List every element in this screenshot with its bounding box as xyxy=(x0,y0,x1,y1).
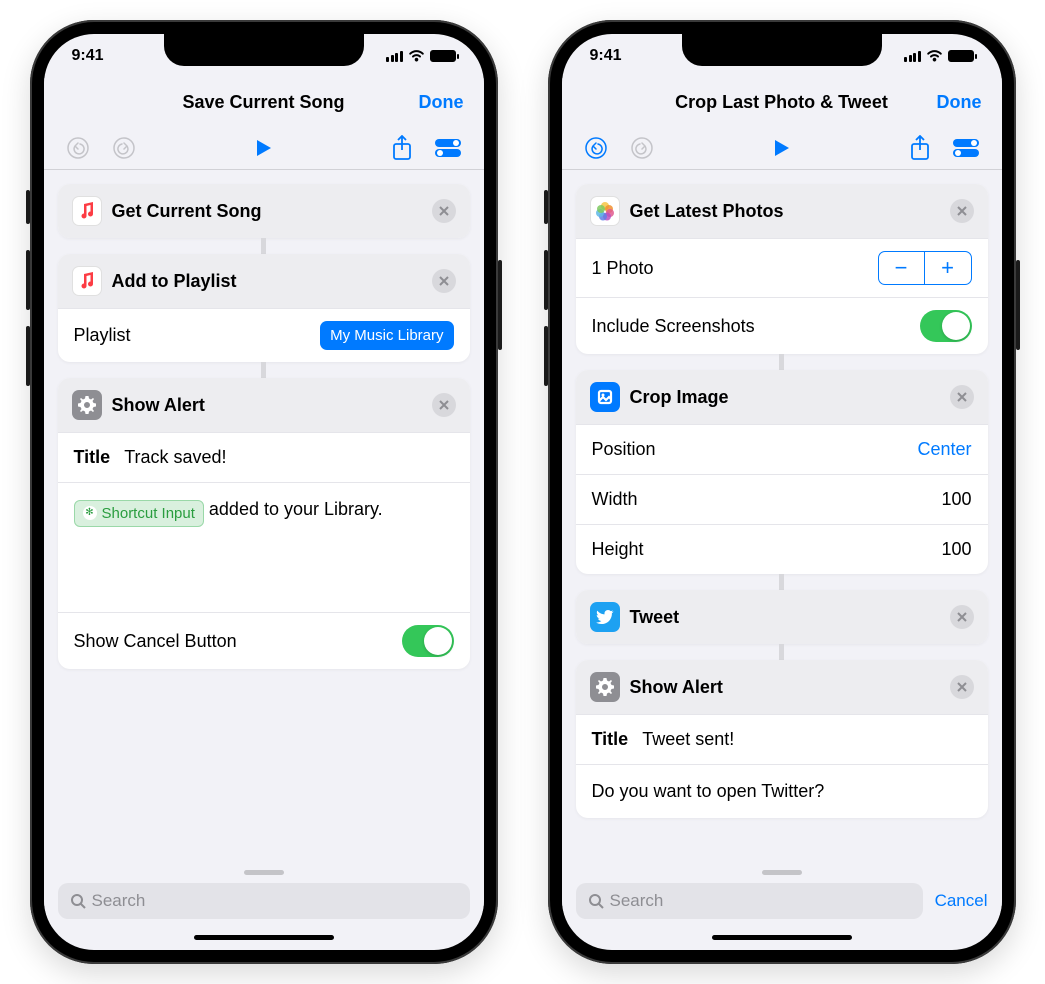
action-get-current-song[interactable]: Get Current Song xyxy=(58,184,470,238)
show-cancel-toggle[interactable] xyxy=(402,625,454,657)
status-time: 9:41 xyxy=(590,47,622,65)
delete-action-button[interactable] xyxy=(950,199,974,223)
alert-title-label: Title xyxy=(74,447,111,468)
actions-canvas: Get Latest Photos 1 Photo − + Include Sc… xyxy=(562,170,1002,864)
phone-right: 9:41 Crop Last Photo & Tweet Done xyxy=(548,20,1016,964)
alert-title-field[interactable]: Track saved! xyxy=(124,447,226,468)
done-button[interactable]: Done xyxy=(937,92,982,113)
home-indicator[interactable] xyxy=(712,935,852,940)
share-button[interactable] xyxy=(392,135,412,161)
delete-action-button[interactable] xyxy=(950,675,974,699)
notch xyxy=(164,34,364,66)
delete-action-button[interactable] xyxy=(432,269,456,293)
notch xyxy=(682,34,882,66)
action-title: Get Current Song xyxy=(112,201,422,222)
cancel-button[interactable]: Cancel xyxy=(935,891,988,911)
photo-count-label: 1 Photo xyxy=(592,258,654,279)
position-value[interactable]: Center xyxy=(917,439,971,460)
settings-toggle-button[interactable] xyxy=(952,138,980,158)
phone-left: 9:41 Save Current Song Done xyxy=(30,20,498,964)
action-title: Add to Playlist xyxy=(112,271,422,292)
redo-button[interactable] xyxy=(112,136,136,160)
actions-canvas: Get Current Song Add to Playlist xyxy=(44,170,484,864)
delete-action-button[interactable] xyxy=(950,385,974,409)
wifi-icon xyxy=(408,50,425,62)
undo-button[interactable] xyxy=(584,136,608,160)
alert-body-field[interactable]: Do you want to open Twitter? xyxy=(576,764,988,818)
redo-button[interactable] xyxy=(630,136,654,160)
include-screenshots-toggle[interactable] xyxy=(920,310,972,342)
page-title: Crop Last Photo & Tweet xyxy=(675,92,888,113)
music-icon xyxy=(72,266,102,296)
action-title: Tweet xyxy=(630,607,940,628)
status-time: 9:41 xyxy=(72,47,104,65)
action-title: Get Latest Photos xyxy=(630,201,940,222)
delete-action-button[interactable] xyxy=(432,393,456,417)
photos-icon xyxy=(590,196,620,226)
width-value[interactable]: 100 xyxy=(941,489,971,510)
play-button[interactable] xyxy=(773,138,791,158)
twitter-icon xyxy=(590,602,620,632)
action-crop-image[interactable]: Crop Image Position Center Width 100 Hei… xyxy=(576,370,988,574)
stepper-minus[interactable]: − xyxy=(879,252,925,284)
alert-body-field[interactable]: ✻ Shortcut Input added to your Library. xyxy=(58,482,470,612)
playlist-label: Playlist xyxy=(74,325,131,346)
action-add-to-playlist[interactable]: Add to Playlist Playlist My Music Librar… xyxy=(58,254,470,362)
bottom-sheet: Search xyxy=(44,864,484,950)
page-title: Save Current Song xyxy=(182,92,344,113)
width-label: Width xyxy=(592,489,638,510)
action-tweet[interactable]: Tweet xyxy=(576,590,988,644)
done-button[interactable]: Done xyxy=(419,92,464,113)
home-indicator[interactable] xyxy=(194,935,334,940)
alert-title-field[interactable]: Tweet sent! xyxy=(642,729,734,750)
bottom-sheet: Search Cancel xyxy=(562,864,1002,950)
nav-header: Crop Last Photo & Tweet Done xyxy=(562,78,1002,126)
share-button[interactable] xyxy=(910,135,930,161)
gear-icon xyxy=(590,672,620,702)
action-title: Show Alert xyxy=(630,677,940,698)
alert-title-label: Title xyxy=(592,729,629,750)
position-label: Position xyxy=(592,439,656,460)
include-screenshots-label: Include Screenshots xyxy=(592,316,755,337)
delete-action-button[interactable] xyxy=(432,199,456,223)
gear-icon xyxy=(72,390,102,420)
delete-action-button[interactable] xyxy=(950,605,974,629)
search-input[interactable]: Search xyxy=(576,883,923,919)
search-icon xyxy=(588,893,604,909)
action-title: Show Alert xyxy=(112,395,422,416)
action-show-alert[interactable]: Show Alert Title Tweet sent! Do you want… xyxy=(576,660,988,818)
toolbar xyxy=(562,126,1002,170)
action-title: Crop Image xyxy=(630,387,940,408)
nav-header: Save Current Song Done xyxy=(44,78,484,126)
playlist-value-button[interactable]: My Music Library xyxy=(320,321,453,350)
action-show-alert[interactable]: Show Alert Title Track saved! ✻ Shortcut… xyxy=(58,378,470,669)
music-icon xyxy=(72,196,102,226)
action-get-latest-photos[interactable]: Get Latest Photos 1 Photo − + Include Sc… xyxy=(576,184,988,354)
height-label: Height xyxy=(592,539,644,560)
stepper-plus[interactable]: + xyxy=(925,252,971,284)
signal-icon xyxy=(904,51,921,62)
signal-icon xyxy=(386,51,403,62)
toolbar xyxy=(44,126,484,170)
crop-icon xyxy=(590,382,620,412)
search-icon xyxy=(70,893,86,909)
undo-button[interactable] xyxy=(66,136,90,160)
battery-icon xyxy=(948,50,974,62)
settings-toggle-button[interactable] xyxy=(434,138,462,158)
shortcut-input-token[interactable]: ✻ Shortcut Input xyxy=(74,500,204,527)
battery-icon xyxy=(430,50,456,62)
wifi-icon xyxy=(926,50,943,62)
play-button[interactable] xyxy=(255,138,273,158)
photo-count-stepper[interactable]: − + xyxy=(878,251,972,285)
search-input[interactable]: Search xyxy=(58,883,470,919)
height-value[interactable]: 100 xyxy=(941,539,971,560)
show-cancel-label: Show Cancel Button xyxy=(74,631,237,652)
